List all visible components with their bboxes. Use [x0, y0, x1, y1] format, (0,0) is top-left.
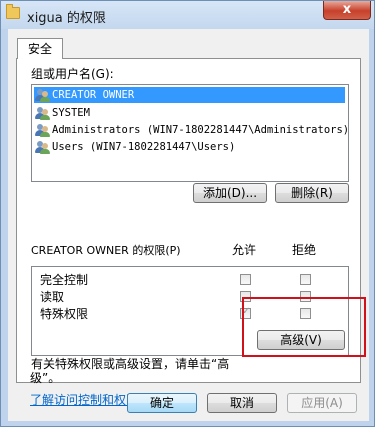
allow-header: 允许: [232, 243, 257, 257]
user-group-icon: [35, 88, 50, 102]
list-item[interactable]: CREATOR OWNER: [34, 87, 345, 103]
tab-security[interactable]: 安全: [17, 38, 63, 59]
list-item[interactable]: Users (WIN7-1802281447\Users): [34, 139, 345, 155]
deny-header: 拒绝: [292, 243, 317, 257]
ok-button[interactable]: 确定: [127, 393, 197, 413]
apply-button[interactable]: 应用(A): [287, 393, 357, 413]
user-list[interactable]: CREATOR OWNER SYSTEM Administrators (WIN…: [31, 84, 349, 182]
remove-button[interactable]: 删除(R): [275, 183, 349, 203]
user-group-icon: [35, 106, 50, 120]
add-button[interactable]: 添加(D)...: [193, 183, 267, 203]
list-item[interactable]: Administrators (WIN7-1802281447\Administ…: [34, 122, 348, 138]
advanced-button[interactable]: 高级(V): [257, 330, 345, 350]
allow-full-control-checkbox[interactable]: [240, 274, 251, 285]
user-group-icon: [35, 140, 50, 154]
close-button[interactable]: x: [323, 1, 371, 20]
cancel-button[interactable]: 取消: [207, 393, 277, 413]
learn-access-control-link[interactable]: 了解访问控制和权限: [30, 391, 138, 408]
user-name: SYSTEM: [52, 107, 90, 119]
user-name: CREATOR OWNER: [52, 89, 135, 101]
list-item[interactable]: SYSTEM: [34, 105, 345, 121]
window-title: xigua 的权限: [27, 11, 106, 26]
title-bar[interactable]: xigua 的权限 x: [1, 1, 374, 29]
permission-name: 完全控制: [40, 273, 89, 287]
permission-name: 特殊权限: [40, 307, 89, 321]
deny-full-control-checkbox[interactable]: [300, 274, 311, 285]
advanced-note-line2: 级”。: [30, 371, 61, 385]
group-or-user-label: 组或用户名(G):: [31, 67, 114, 81]
dialog-body: 安全 组或用户名(G): CREATOR OWNER SYSTEM Admini…: [8, 29, 369, 421]
user-name: Users (WIN7-1802281447\Users): [52, 141, 236, 153]
permission-name: 读取: [40, 290, 65, 304]
user-group-icon: [35, 123, 50, 137]
advanced-note-line1: 有关特殊权限或高级设置，请单击“高: [31, 357, 230, 371]
permissions-header: CREATOR OWNER 的权限(P): [31, 244, 181, 257]
folder-icon: [6, 4, 20, 19]
permissions-window: xigua 的权限 x 安全 组或用户名(G): CREATOR OWNER S…: [0, 0, 375, 427]
user-name: Administrators (WIN7-1802281447\Administ…: [52, 124, 349, 136]
